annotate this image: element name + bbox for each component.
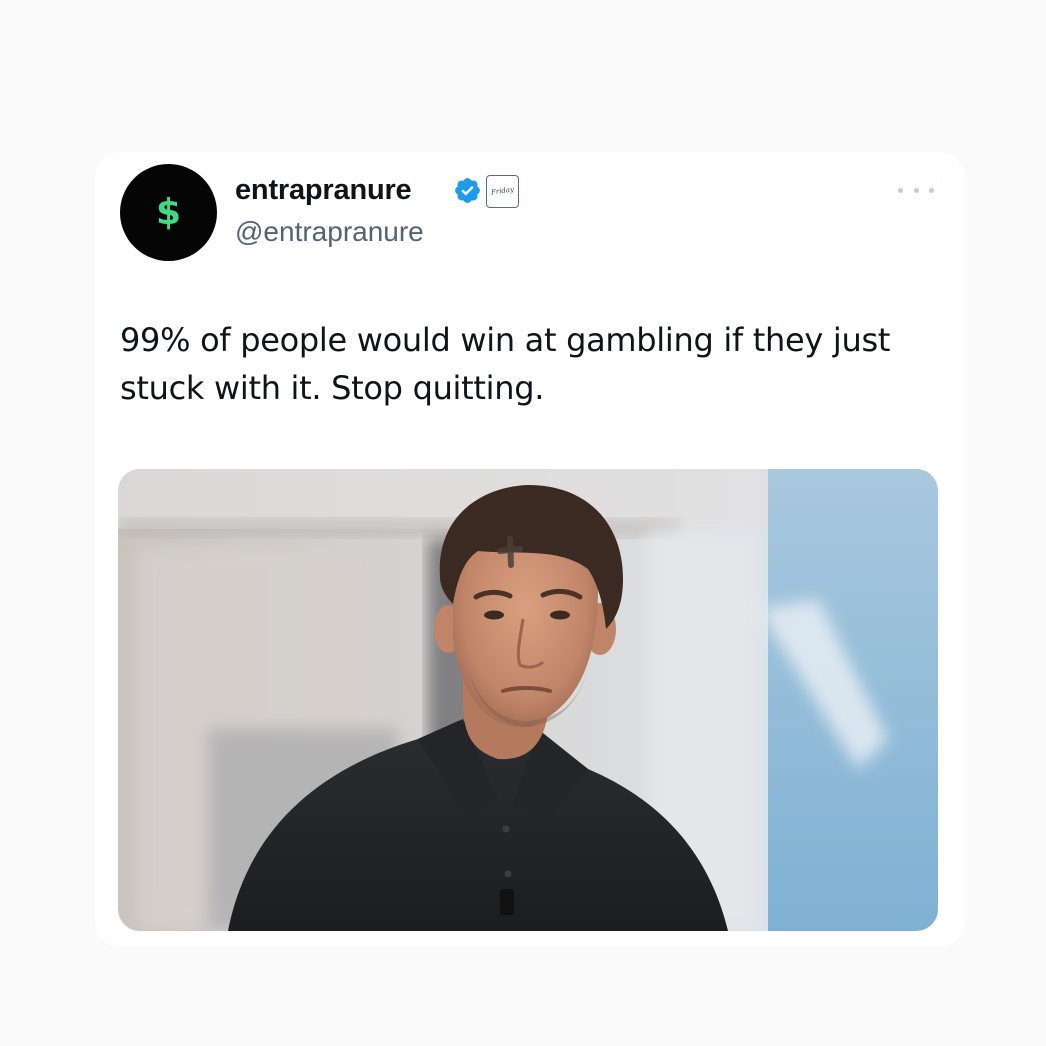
affiliate-badge-icon[interactable]: Friday: [486, 175, 519, 208]
tweet-text: 99% of people would win at gambling if t…: [120, 321, 891, 407]
tweet-card[interactable]: $ entrapranure Friday @entrapranure 99% …: [95, 152, 965, 947]
more-horizontal-icon[interactable]: [898, 180, 934, 200]
more-dot: [929, 187, 934, 193]
more-dot: [898, 187, 903, 193]
avatar[interactable]: $: [120, 164, 217, 261]
tweet-photo[interactable]: [118, 469, 938, 931]
author-display-name[interactable]: entrapranure: [235, 174, 412, 207]
dollar-sign-icon: $: [155, 191, 182, 233]
more-dot: [913, 187, 919, 193]
affiliate-badge-logo: Friday: [490, 185, 515, 197]
author-handle[interactable]: @entrapranure: [235, 216, 424, 248]
page: $ entrapranure Friday @entrapranure 99% …: [0, 0, 1046, 1046]
verified-badge-icon: [455, 178, 480, 203]
photo-content: [118, 469, 938, 931]
